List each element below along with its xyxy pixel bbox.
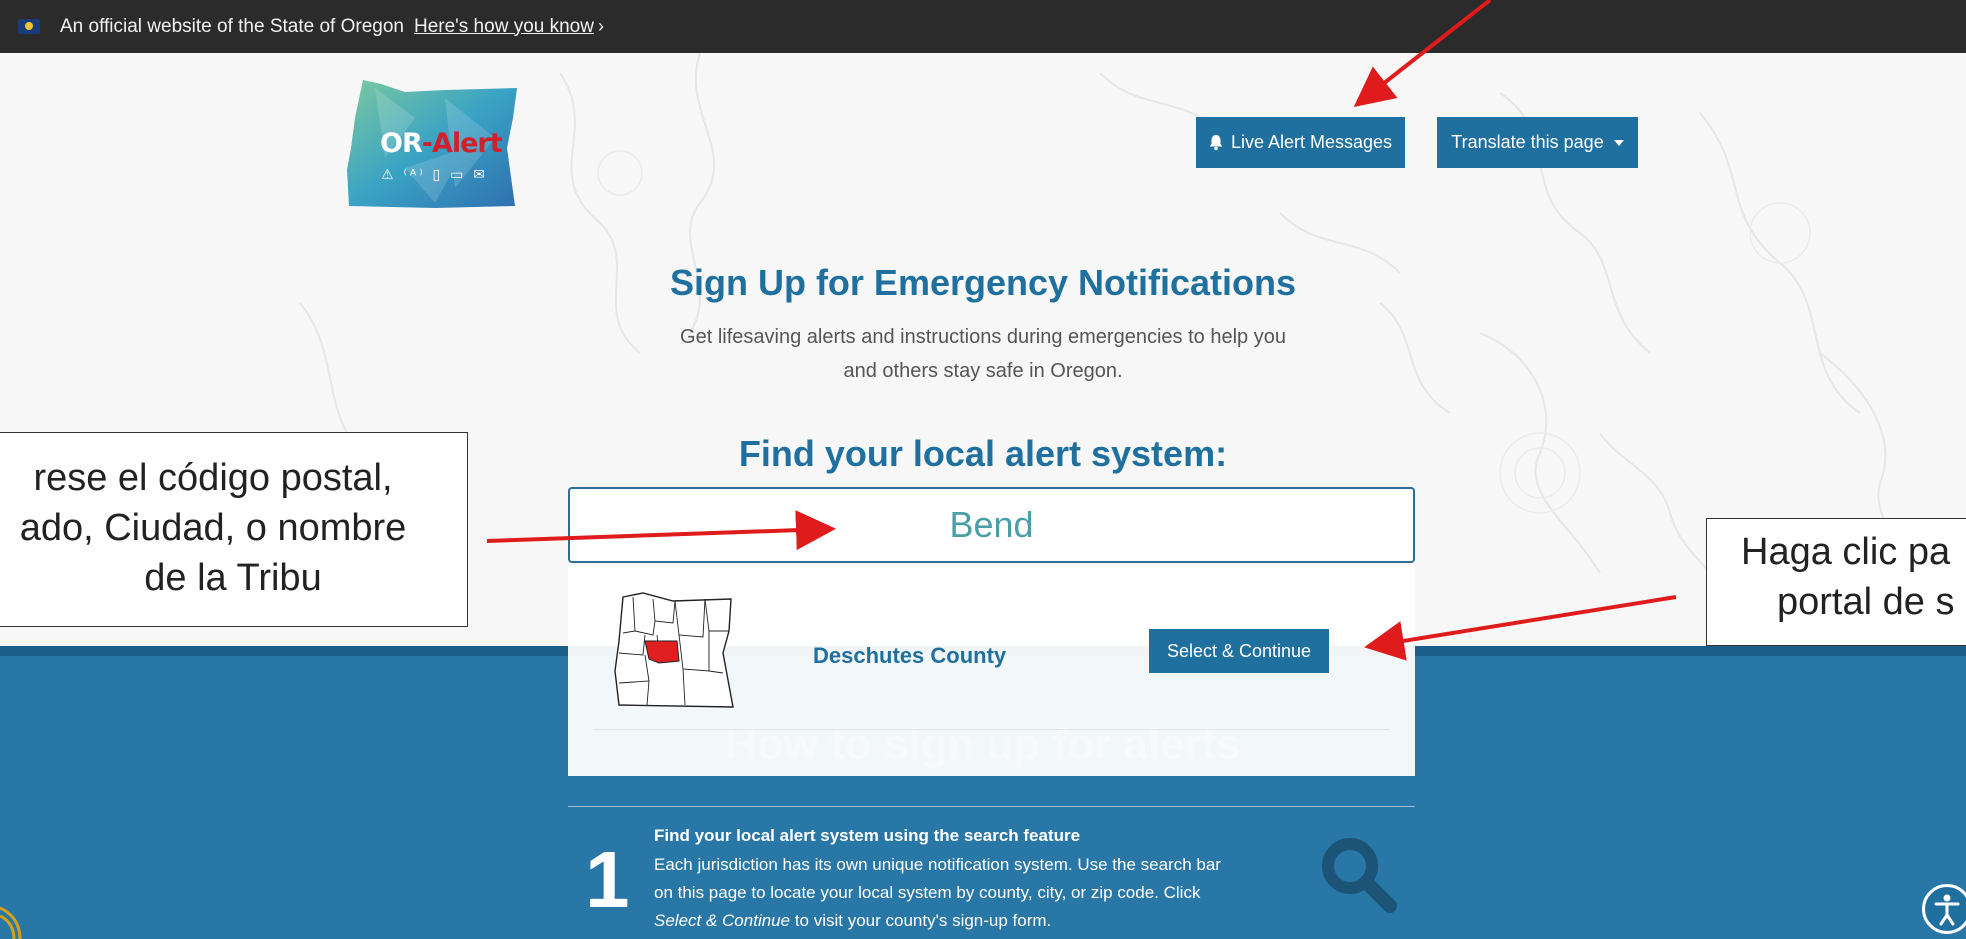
signup-subtitle: Get lifesaving alerts and instructions d… <box>680 326 1286 382</box>
live-alert-messages-button[interactable]: Live Alert Messages <box>1196 117 1405 168</box>
bell-icon <box>1209 135 1223 151</box>
county-map-icon <box>614 592 734 708</box>
official-banner-text: An official website of the State of Oreg… <box>60 15 404 37</box>
heres-how-you-know-link[interactable]: Here's how you know <box>414 16 594 38</box>
translate-page-dropdown[interactable]: Translate this page <box>1437 117 1638 168</box>
oregon-flag-icon <box>18 19 40 34</box>
location-search-input[interactable] <box>568 487 1415 563</box>
step-number: 1 <box>585 835 630 924</box>
magnifier-icon <box>1322 838 1397 913</box>
live-alert-messages-label: Live Alert Messages <box>1230 132 1393 152</box>
step-description: Each jurisdiction has its own unique not… <box>654 855 1221 930</box>
accessibility-button[interactable] <box>1922 884 1966 934</box>
annotation-search-instructions: rese el código postal, ado, Ciudad, o no… <box>0 432 468 627</box>
step-title: Find your local alert system using the s… <box>654 826 1081 845</box>
annotation-click-instructions: Haga clic pa portal de s <box>1706 518 1966 646</box>
search-result-dropdown: Deschutes County Select & Continue <box>568 566 1415 776</box>
logo-wordmark: OR-Alert <box>380 128 503 159</box>
select-continue-button[interactable]: Select & Continue <box>1149 629 1329 673</box>
official-banner: An official website of the State of Oreg… <box>0 0 1966 53</box>
corner-seal-icon <box>0 906 22 939</box>
chevron-right-icon[interactable]: › <box>598 16 604 37</box>
logo-alert-icons: ⚠ ⁽ᴬ⁾ ▯ ▭ ✉ <box>381 166 488 182</box>
result-divider <box>593 729 1390 730</box>
caret-down-icon <box>1613 139 1624 146</box>
translate-page-label: Translate this page <box>1451 132 1604 152</box>
result-county-name: Deschutes County <box>813 643 1007 668</box>
signup-heading: Sign Up for Emergency Notifications <box>669 262 1297 303</box>
accessibility-icon <box>1934 894 1960 926</box>
section-rule <box>568 806 1415 807</box>
